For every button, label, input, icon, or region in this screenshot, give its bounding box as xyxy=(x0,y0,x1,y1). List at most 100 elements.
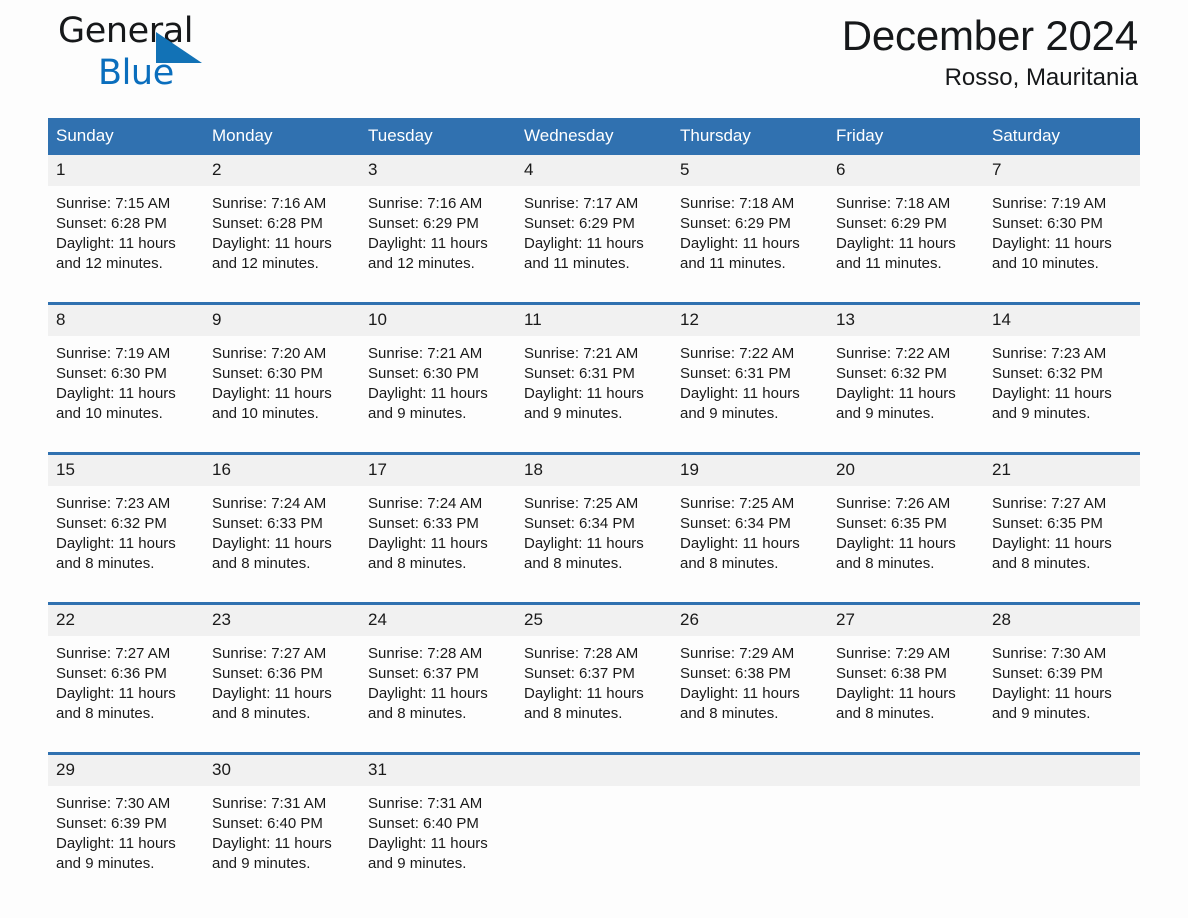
daylight-duration-line1: Daylight: 11 hours xyxy=(212,235,332,252)
daylight-duration-line1: Daylight: 11 hours xyxy=(836,235,956,252)
logo-triangle-icon xyxy=(156,32,202,63)
calendar-week-row: 29 Sunrise: 7:30 AM Sunset: 6:39 PM Dayligh… xyxy=(48,752,1140,890)
calendar-day-cell[interactable]: 11 Sunrise: 7:21 AM Sunset: 6:31 PM Dayligh… xyxy=(516,302,672,440)
calendar-day-cell[interactable]: 12 Sunrise: 7:22 AM Sunset: 6:31 PM Dayligh… xyxy=(672,302,828,440)
daylight-duration-line2: and 9 minutes. xyxy=(680,405,779,422)
day-details: Sunrise: 7:17 AM Sunset: 6:29 PM Daylight:… xyxy=(516,186,672,290)
weekday-header-thursday: Thursday xyxy=(672,118,828,155)
sunset-time: Sunset: 6:34 PM xyxy=(524,515,635,532)
day-details xyxy=(672,786,828,872)
sunset-time: Sunset: 6:33 PM xyxy=(368,515,479,532)
daylight-duration-line2: and 9 minutes. xyxy=(212,855,311,872)
daylight-duration-line1: Daylight: 11 hours xyxy=(212,835,332,852)
sunrise-time: Sunrise: 7:19 AM xyxy=(56,345,171,362)
week-spacer-row xyxy=(48,440,1140,454)
weekday-header-friday: Friday xyxy=(828,118,984,155)
sunrise-time: Sunrise: 7:22 AM xyxy=(836,345,951,362)
daylight-duration-line2: and 8 minutes. xyxy=(56,555,155,572)
calendar-day-cell[interactable]: 8 Sunrise: 7:19 AM Sunset: 6:30 PM Daylight… xyxy=(48,302,204,440)
calendar-day-cell[interactable]: 6 Sunrise: 7:18 AM Sunset: 6:29 PM Daylight… xyxy=(828,155,984,290)
sunset-time: Sunset: 6:36 PM xyxy=(212,665,323,682)
calendar-day-cell[interactable]: 9 Sunrise: 7:20 AM Sunset: 6:30 PM Daylight… xyxy=(204,302,360,440)
sunset-time: Sunset: 6:31 PM xyxy=(680,365,791,382)
weekday-header-monday: Monday xyxy=(204,118,360,155)
daylight-duration-line1: Daylight: 11 hours xyxy=(680,535,800,552)
calendar-day-cell[interactable]: 14 Sunrise: 7:23 AM Sunset: 6:32 PM Dayligh… xyxy=(984,302,1140,440)
calendar-day-cell[interactable]: 31 Sunrise: 7:31 AM Sunset: 6:40 PM Dayligh… xyxy=(360,752,516,890)
calendar-day-cell[interactable]: 24 Sunrise: 7:28 AM Sunset: 6:37 PM Dayligh… xyxy=(360,602,516,740)
calendar-day-cell[interactable]: 4 Sunrise: 7:17 AM Sunset: 6:29 PM Daylight… xyxy=(516,155,672,290)
daylight-duration-line2: and 9 minutes. xyxy=(992,405,1091,422)
calendar-day-cell[interactable]: 30 Sunrise: 7:31 AM Sunset: 6:40 PM Dayligh… xyxy=(204,752,360,890)
calendar-day-cell[interactable]: 21 Sunrise: 7:27 AM Sunset: 6:35 PM Dayligh… xyxy=(984,452,1140,590)
sunrise-time: Sunrise: 7:24 AM xyxy=(212,495,327,512)
calendar-day-cell[interactable]: 28 Sunrise: 7:30 AM Sunset: 6:39 PM Dayligh… xyxy=(984,602,1140,740)
sunrise-time: Sunrise: 7:28 AM xyxy=(368,645,483,662)
daylight-duration-line1: Daylight: 11 hours xyxy=(524,385,644,402)
calendar-day-cell[interactable]: 15 Sunrise: 7:23 AM Sunset: 6:32 PM Dayligh… xyxy=(48,452,204,590)
sunset-time: Sunset: 6:40 PM xyxy=(368,815,479,832)
daylight-duration-line1: Daylight: 11 hours xyxy=(56,235,176,252)
sunrise-time: Sunrise: 7:24 AM xyxy=(368,495,483,512)
sunrise-time: Sunrise: 7:18 AM xyxy=(680,195,795,212)
daylight-duration-line1: Daylight: 11 hours xyxy=(368,835,488,852)
day-details: Sunrise: 7:27 AM Sunset: 6:36 PM Daylight:… xyxy=(48,636,204,740)
sunrise-time: Sunrise: 7:20 AM xyxy=(212,345,327,362)
day-details: Sunrise: 7:29 AM Sunset: 6:38 PM Daylight:… xyxy=(672,636,828,740)
daylight-duration-line1: Daylight: 11 hours xyxy=(992,235,1112,252)
calendar-day-cell[interactable]: 10 Sunrise: 7:21 AM Sunset: 6:30 PM Dayligh… xyxy=(360,302,516,440)
daylight-duration-line1: Daylight: 11 hours xyxy=(992,685,1112,702)
daylight-duration-line2: and 9 minutes. xyxy=(56,855,155,872)
day-number: 7 xyxy=(984,155,1140,186)
week-spacer-row xyxy=(48,590,1140,604)
calendar-day-cell[interactable]: 23 Sunrise: 7:27 AM Sunset: 6:36 PM Dayligh… xyxy=(204,602,360,740)
calendar-day-cell[interactable]: 18 Sunrise: 7:25 AM Sunset: 6:34 PM Dayligh… xyxy=(516,452,672,590)
sunset-time: Sunset: 6:33 PM xyxy=(212,515,323,532)
sunrise-time: Sunrise: 7:22 AM xyxy=(680,345,795,362)
sunrise-time: Sunrise: 7:29 AM xyxy=(680,645,795,662)
calendar-page: General Blue December 2024 Rosso, Maurit… xyxy=(0,0,1188,918)
calendar-week-row: 1 Sunrise: 7:15 AM Sunset: 6:28 PM Daylight… xyxy=(48,155,1140,290)
daylight-duration-line2: and 8 minutes. xyxy=(836,705,935,722)
day-number: 23 xyxy=(204,605,360,636)
sunrise-time: Sunrise: 7:19 AM xyxy=(992,195,1107,212)
calendar-day-cell[interactable]: 16 Sunrise: 7:24 AM Sunset: 6:33 PM Dayligh… xyxy=(204,452,360,590)
daylight-duration-line1: Daylight: 11 hours xyxy=(680,235,800,252)
day-details: Sunrise: 7:23 AM Sunset: 6:32 PM Daylight:… xyxy=(48,486,204,590)
sunset-time: Sunset: 6:29 PM xyxy=(836,215,947,232)
day-number: 20 xyxy=(828,455,984,486)
calendar-day-cell[interactable]: 19 Sunrise: 7:25 AM Sunset: 6:34 PM Dayligh… xyxy=(672,452,828,590)
daylight-duration-line1: Daylight: 11 hours xyxy=(680,685,800,702)
sunset-time: Sunset: 6:30 PM xyxy=(368,365,479,382)
day-number: 21 xyxy=(984,455,1140,486)
calendar-day-cell[interactable]: 27 Sunrise: 7:29 AM Sunset: 6:38 PM Dayligh… xyxy=(828,602,984,740)
calendar-empty-cell xyxy=(516,752,672,890)
sunset-time: Sunset: 6:28 PM xyxy=(212,215,323,232)
calendar-day-cell[interactable]: 1 Sunrise: 7:15 AM Sunset: 6:28 PM Daylight… xyxy=(48,155,204,290)
calendar-day-cell[interactable]: 22 Sunrise: 7:27 AM Sunset: 6:36 PM Dayligh… xyxy=(48,602,204,740)
sunset-time: Sunset: 6:34 PM xyxy=(680,515,791,532)
day-number: 30 xyxy=(204,755,360,786)
daylight-duration-line1: Daylight: 11 hours xyxy=(56,385,176,402)
calendar-day-cell[interactable]: 25 Sunrise: 7:28 AM Sunset: 6:37 PM Dayligh… xyxy=(516,602,672,740)
weekday-header-saturday: Saturday xyxy=(984,118,1140,155)
sunset-time: Sunset: 6:29 PM xyxy=(524,215,635,232)
calendar-day-cell[interactable]: 26 Sunrise: 7:29 AM Sunset: 6:38 PM Dayligh… xyxy=(672,602,828,740)
sunset-time: Sunset: 6:29 PM xyxy=(680,215,791,232)
calendar-day-cell[interactable]: 17 Sunrise: 7:24 AM Sunset: 6:33 PM Dayligh… xyxy=(360,452,516,590)
calendar-day-cell[interactable]: 3 Sunrise: 7:16 AM Sunset: 6:29 PM Daylight… xyxy=(360,155,516,290)
sunset-time: Sunset: 6:35 PM xyxy=(992,515,1103,532)
sunrise-time: Sunrise: 7:31 AM xyxy=(212,795,327,812)
daylight-duration-line2: and 8 minutes. xyxy=(524,555,623,572)
daylight-duration-line1: Daylight: 11 hours xyxy=(524,235,644,252)
daylight-duration-line2: and 12 minutes. xyxy=(368,255,475,272)
calendar-day-cell[interactable]: 7 Sunrise: 7:19 AM Sunset: 6:30 PM Daylight… xyxy=(984,155,1140,290)
calendar-day-cell[interactable]: 13 Sunrise: 7:22 AM Sunset: 6:32 PM Dayligh… xyxy=(828,302,984,440)
calendar-day-cell[interactable]: 5 Sunrise: 7:18 AM Sunset: 6:29 PM Daylight… xyxy=(672,155,828,290)
calendar-day-cell[interactable]: 20 Sunrise: 7:26 AM Sunset: 6:35 PM Dayligh… xyxy=(828,452,984,590)
daylight-duration-line1: Daylight: 11 hours xyxy=(836,535,956,552)
sunrise-time: Sunrise: 7:29 AM xyxy=(836,645,951,662)
sunrise-time: Sunrise: 7:31 AM xyxy=(368,795,483,812)
calendar-day-cell[interactable]: 2 Sunrise: 7:16 AM Sunset: 6:28 PM Daylight… xyxy=(204,155,360,290)
calendar-day-cell[interactable]: 29 Sunrise: 7:30 AM Sunset: 6:39 PM Dayligh… xyxy=(48,752,204,890)
